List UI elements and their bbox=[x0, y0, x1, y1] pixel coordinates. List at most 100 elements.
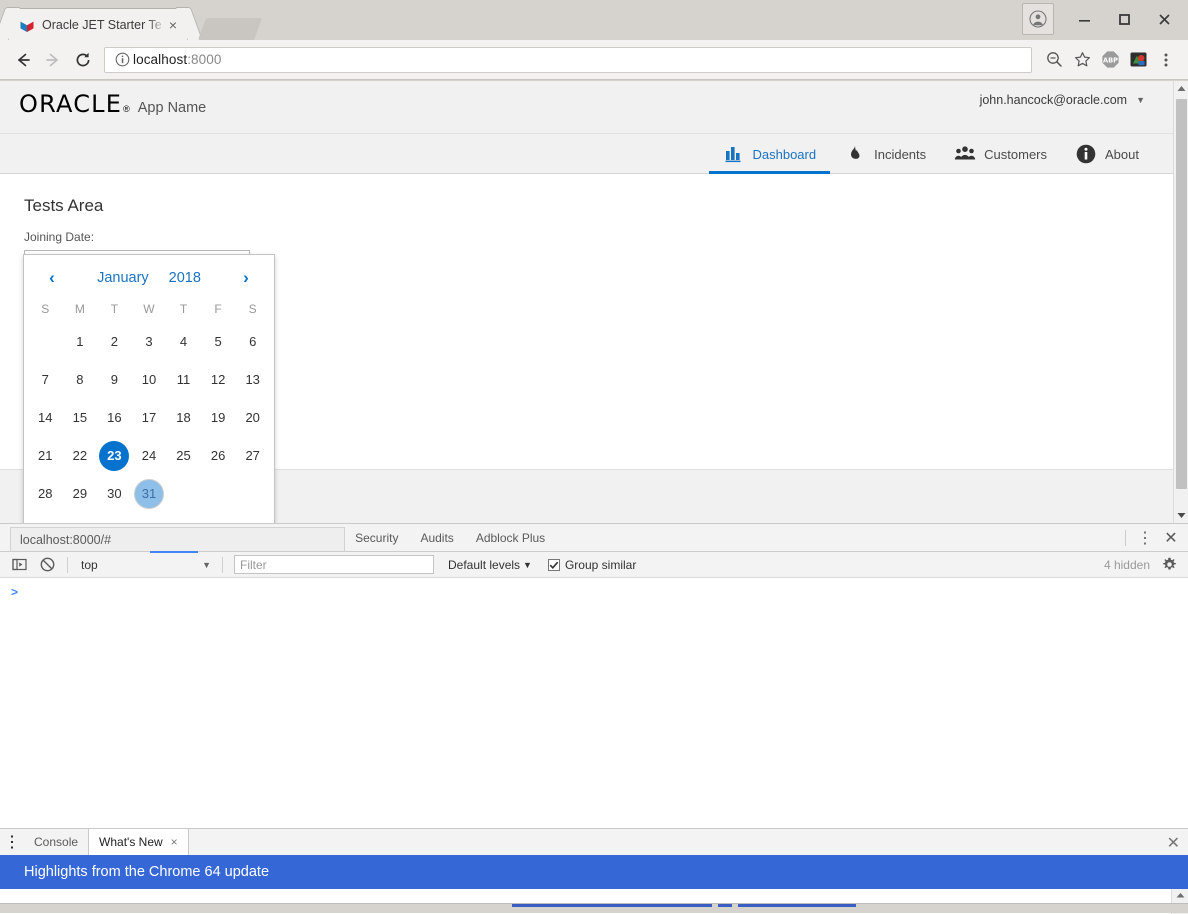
scroll-up-arrow-icon[interactable] bbox=[1174, 81, 1188, 96]
nav-item-dashboard[interactable]: Dashboard bbox=[709, 134, 831, 174]
date-cell-wrap-20[interactable]: 20 bbox=[235, 399, 270, 437]
date-cell-23[interactable]: 23 bbox=[99, 441, 129, 471]
devtools-tab-adblock-plus[interactable]: Adblock Plus bbox=[465, 524, 556, 552]
console-levels-select[interactable]: Default levels ▼ bbox=[448, 558, 532, 572]
user-menu[interactable]: john.hancock@oracle.com ▼ bbox=[980, 93, 1145, 107]
date-cell-26[interactable]: 26 bbox=[203, 441, 233, 471]
console-body[interactable]: > bbox=[0, 578, 1188, 828]
console-filter-input[interactable]: Filter bbox=[234, 555, 434, 574]
date-cell-wrap-31[interactable]: 31 bbox=[132, 475, 167, 513]
next-month-icon[interactable]: › bbox=[232, 264, 260, 292]
date-cell-wrap-18[interactable]: 18 bbox=[166, 399, 201, 437]
date-cell-7[interactable]: 7 bbox=[30, 365, 60, 395]
back-button[interactable] bbox=[8, 45, 38, 75]
date-cell-4[interactable]: 4 bbox=[169, 327, 199, 357]
date-cell-1[interactable]: 1 bbox=[65, 327, 95, 357]
date-cell-27[interactable]: 27 bbox=[238, 441, 268, 471]
date-cell-wrap-27[interactable]: 27 bbox=[235, 437, 270, 475]
date-cell-wrap-19[interactable]: 19 bbox=[201, 399, 236, 437]
date-cell-wrap-7[interactable]: 7 bbox=[28, 361, 63, 399]
date-cell-wrap-3[interactable]: 3 bbox=[132, 323, 167, 361]
date-cell-2[interactable]: 2 bbox=[99, 327, 129, 357]
drawer-menu-icon[interactable]: ⋮ bbox=[0, 832, 24, 852]
date-cell-14[interactable]: 14 bbox=[30, 403, 60, 433]
date-cell-22[interactable]: 22 bbox=[65, 441, 95, 471]
date-picker-popup[interactable]: ‹ January 2018 › SMTWTFS 123456789101112… bbox=[23, 254, 275, 523]
group-similar-checkbox[interactable]: Group similar bbox=[548, 558, 636, 572]
reload-button[interactable] bbox=[68, 45, 98, 75]
console-sidebar-icon[interactable] bbox=[6, 554, 32, 576]
date-picker-year[interactable]: 2018 bbox=[169, 270, 201, 286]
date-cell-21[interactable]: 21 bbox=[30, 441, 60, 471]
scroll-down-arrow-icon[interactable] bbox=[1174, 508, 1188, 523]
checkbox-icon[interactable] bbox=[548, 559, 560, 571]
page-scrollbar[interactable] bbox=[1173, 81, 1188, 523]
drawer-close-icon[interactable]: ✕ bbox=[1167, 833, 1180, 853]
date-cell-wrap-12[interactable]: 12 bbox=[201, 361, 236, 399]
bookmark-star-icon[interactable] bbox=[1068, 46, 1096, 74]
date-cell-28[interactable]: 28 bbox=[30, 479, 60, 509]
date-cell-9[interactable]: 9 bbox=[99, 365, 129, 395]
date-cell-wrap-11[interactable]: 11 bbox=[166, 361, 201, 399]
date-cell-wrap-23[interactable]: 23 bbox=[97, 437, 132, 475]
date-cell-wrap-22[interactable]: 22 bbox=[63, 437, 98, 475]
date-cell-wrap-28[interactable]: 28 bbox=[28, 475, 63, 513]
window-close-button[interactable] bbox=[1144, 4, 1184, 34]
date-cell-wrap-24[interactable]: 24 bbox=[132, 437, 167, 475]
tab-close-icon[interactable]: × bbox=[165, 17, 181, 33]
drawer-tab-close-icon[interactable]: × bbox=[171, 835, 178, 849]
date-cell-wrap-15[interactable]: 15 bbox=[63, 399, 98, 437]
devtools-close-icon[interactable]: ✕ bbox=[1158, 525, 1184, 551]
date-cell-8[interactable]: 8 bbox=[65, 365, 95, 395]
date-cell-15[interactable]: 15 bbox=[65, 403, 95, 433]
nav-item-customers[interactable]: Customers bbox=[940, 134, 1061, 174]
profile-avatar-button[interactable] bbox=[1022, 3, 1054, 35]
date-cell-13[interactable]: 13 bbox=[238, 365, 268, 395]
date-cell-25[interactable]: 25 bbox=[169, 441, 199, 471]
date-cell-wrap-17[interactable]: 17 bbox=[132, 399, 167, 437]
browser-menu-icon[interactable] bbox=[1152, 46, 1180, 74]
date-cell-18[interactable]: 18 bbox=[169, 403, 199, 433]
date-cell-31[interactable]: 31 bbox=[134, 479, 164, 509]
date-cell-wrap-25[interactable]: 25 bbox=[166, 437, 201, 475]
date-cell-wrap-26[interactable]: 26 bbox=[201, 437, 236, 475]
date-cell-3[interactable]: 3 bbox=[134, 327, 164, 357]
new-tab-button[interactable] bbox=[198, 18, 262, 40]
date-cell-wrap-5[interactable]: 5 bbox=[201, 323, 236, 361]
gear-icon[interactable] bbox=[1156, 554, 1182, 576]
devtools-menu-icon[interactable]: ⋮ bbox=[1132, 525, 1158, 551]
adblock-plus-icon[interactable]: ABP bbox=[1096, 46, 1124, 74]
date-cell-wrap-29[interactable]: 29 bbox=[63, 475, 98, 513]
date-cell-16[interactable]: 16 bbox=[99, 403, 129, 433]
date-cell-11[interactable]: 11 bbox=[169, 365, 199, 395]
browser-tab[interactable]: Oracle JET Starter Te × bbox=[8, 8, 188, 40]
date-cell-wrap-8[interactable]: 8 bbox=[63, 361, 98, 399]
date-cell-wrap-30[interactable]: 30 bbox=[97, 475, 132, 513]
date-cell-19[interactable]: 19 bbox=[203, 403, 233, 433]
date-cell-12[interactable]: 12 bbox=[203, 365, 233, 395]
date-cell-30[interactable]: 30 bbox=[99, 479, 129, 509]
scrollbar-thumb[interactable] bbox=[1176, 99, 1187, 489]
date-cell-5[interactable]: 5 bbox=[203, 327, 233, 357]
nav-item-about[interactable]: About bbox=[1061, 134, 1153, 174]
nav-item-incidents[interactable]: Incidents bbox=[830, 134, 940, 174]
date-cell-wrap-14[interactable]: 14 bbox=[28, 399, 63, 437]
date-cell-10[interactable]: 10 bbox=[134, 365, 164, 395]
puzzle-extension-icon[interactable] bbox=[1124, 46, 1152, 74]
clear-console-icon[interactable] bbox=[34, 554, 60, 576]
date-cell-wrap-16[interactable]: 16 bbox=[97, 399, 132, 437]
date-cell-wrap-21[interactable]: 21 bbox=[28, 437, 63, 475]
date-cell-24[interactable]: 24 bbox=[134, 441, 164, 471]
date-cell-wrap-2[interactable]: 2 bbox=[97, 323, 132, 361]
date-cell-17[interactable]: 17 bbox=[134, 403, 164, 433]
zoom-indicator-icon[interactable] bbox=[1040, 46, 1068, 74]
date-picker-month[interactable]: January bbox=[97, 270, 149, 286]
date-cell-wrap-13[interactable]: 13 bbox=[235, 361, 270, 399]
date-cell-wrap-10[interactable]: 10 bbox=[132, 361, 167, 399]
date-cell-6[interactable]: 6 bbox=[238, 327, 268, 357]
site-info-icon[interactable] bbox=[111, 49, 133, 71]
devtools-tab-audits[interactable]: Audits bbox=[409, 524, 464, 552]
date-cell-wrap-6[interactable]: 6 bbox=[235, 323, 270, 361]
date-cell-wrap-4[interactable]: 4 bbox=[166, 323, 201, 361]
window-minimize-button[interactable] bbox=[1064, 4, 1104, 34]
